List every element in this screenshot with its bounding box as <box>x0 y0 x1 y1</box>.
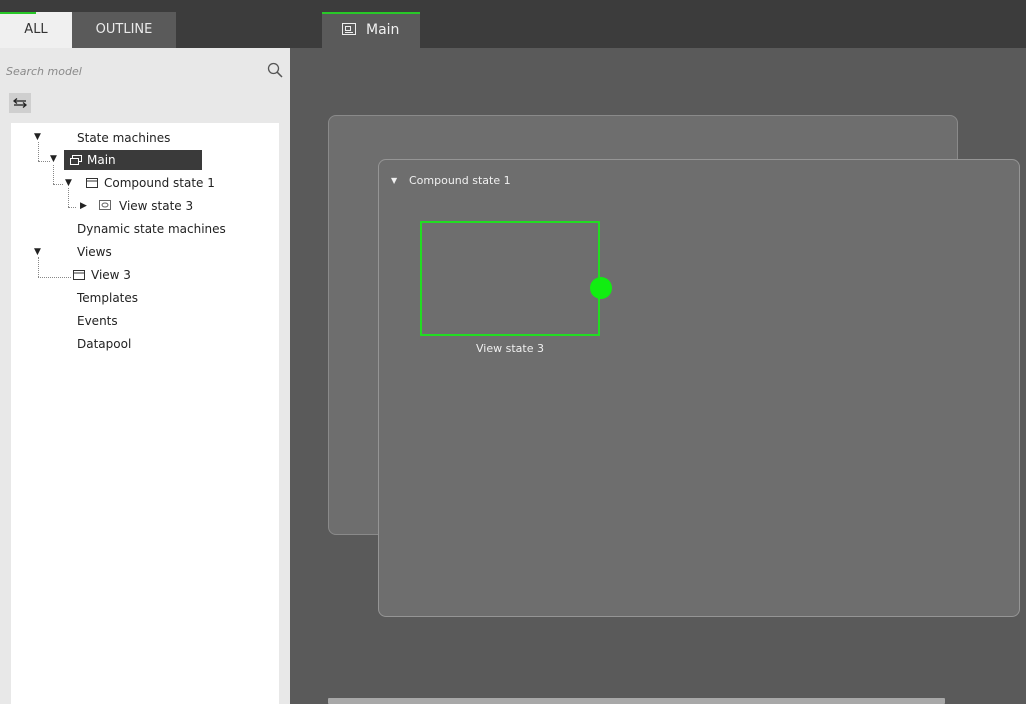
expand-arrow-icon[interactable]: ▼ <box>65 178 72 188</box>
transition-handle[interactable] <box>590 277 612 299</box>
tree-connector <box>53 165 54 184</box>
view-icon <box>73 270 85 280</box>
collapse-arrow-icon[interactable]: ▶ <box>80 201 87 211</box>
tree-connector <box>53 184 63 185</box>
state-machine-canvas[interactable]: ▼ Compound state 1 View state 3 <box>290 48 1026 704</box>
collapse-arrow-icon[interactable]: ▼ <box>391 176 397 185</box>
view-state-label: View state 3 <box>476 342 544 355</box>
tab-outline[interactable]: OUTLINE <box>72 12 176 48</box>
tree-item-datapool[interactable]: Datapool <box>77 335 131 353</box>
tree-item-dynamic-state-machines[interactable]: Dynamic state machines <box>77 220 226 238</box>
search-input[interactable] <box>6 61 256 81</box>
tree-item-state-machines[interactable]: State machines <box>77 129 170 147</box>
search-icon[interactable] <box>267 62 283 78</box>
tree-item-label: Main <box>87 153 116 167</box>
state-machine-icon <box>342 23 356 35</box>
sync-arrows-icon <box>12 98 28 108</box>
tree-item-compound-state-1[interactable]: Compound state 1 <box>104 174 215 192</box>
view-state-3[interactable] <box>420 221 600 336</box>
tab-main[interactable]: Main <box>322 12 420 48</box>
model-browser-panel: ▼ State machines ▼ Main ▼ Compound state… <box>0 48 290 704</box>
tree-connector <box>38 161 50 162</box>
compound-state-1[interactable]: ▼ Compound state 1 View state 3 <box>378 159 1020 617</box>
tree-item-templates[interactable]: Templates <box>77 289 138 307</box>
tree-item-events[interactable]: Events <box>77 312 118 330</box>
tree-connector <box>38 257 39 277</box>
tree-item-view-state-3[interactable]: View state 3 <box>119 197 193 215</box>
tree-connector <box>68 207 76 208</box>
expand-arrow-icon[interactable]: ▼ <box>34 132 41 142</box>
expand-arrow-icon[interactable]: ▼ <box>34 247 41 257</box>
tree-item-views[interactable]: Views <box>77 243 112 261</box>
tree-connector <box>38 142 39 161</box>
tree-connector <box>68 188 69 207</box>
tree-item-main[interactable]: Main <box>64 150 202 170</box>
left-panel-tabbar: ALL OUTLINE <box>0 0 290 48</box>
tree-connector <box>38 277 71 278</box>
model-tree: ▼ State machines ▼ Main ▼ Compound state… <box>11 123 279 704</box>
horizontal-scrollbar[interactable] <box>328 698 945 704</box>
search-box <box>6 61 283 83</box>
compound-state-icon <box>86 178 98 188</box>
tab-all[interactable]: ALL <box>0 12 72 48</box>
editor-tabbar: Main <box>290 0 1026 48</box>
view-state-icon <box>99 200 111 210</box>
compound-state-label: Compound state 1 <box>409 174 511 187</box>
state-machine-icon <box>70 155 82 165</box>
tree-item-view-3[interactable]: View 3 <box>91 266 131 284</box>
sync-button[interactable] <box>9 93 31 113</box>
tab-main-label: Main <box>366 22 400 38</box>
expand-arrow-icon[interactable]: ▼ <box>50 154 57 164</box>
